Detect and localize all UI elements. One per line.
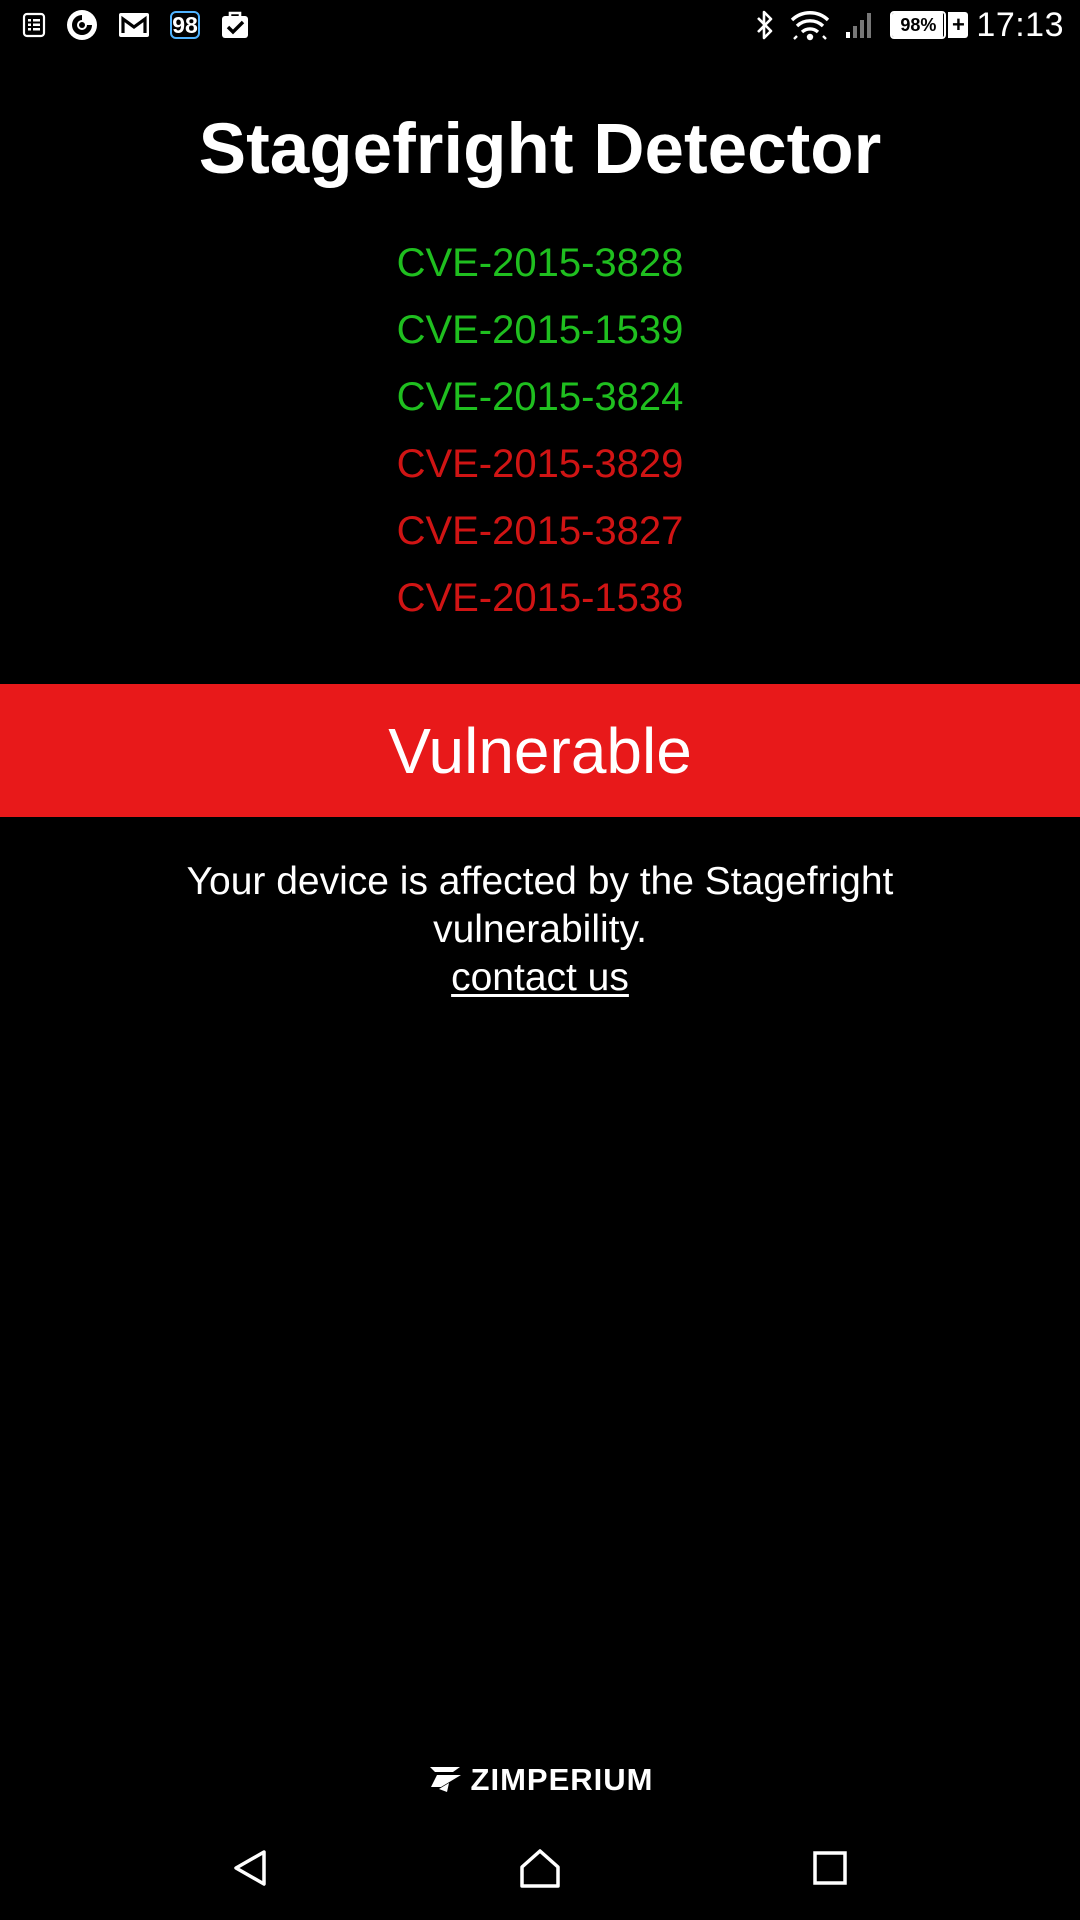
home-icon: [518, 1847, 562, 1894]
badge-notification-icon: 98: [170, 11, 200, 39]
cve-item: CVE-2015-1539: [396, 308, 684, 352]
back-button[interactable]: [190, 1820, 310, 1920]
status-system: 98% + 17:13: [754, 0, 1064, 50]
battery-indicator: 98% +: [890, 11, 969, 39]
task-check-icon: [220, 10, 250, 40]
cve-item: CVE-2015-1538: [396, 576, 684, 620]
brand-footer: ZIMPERIUM: [0, 1762, 1080, 1798]
recents-icon: [812, 1850, 848, 1891]
back-icon: [230, 1848, 270, 1893]
bluetooth-icon: [754, 9, 776, 41]
screen: 98 98% + 17:13 Stagefright Detector CVE-…: [0, 0, 1080, 1920]
navigation-bar: [0, 1820, 1080, 1920]
gmail-icon: [118, 12, 150, 38]
status-notifications: 98: [22, 0, 270, 50]
result-banner: Vulnerable: [0, 684, 1080, 817]
wifi-icon: [790, 9, 830, 41]
brand-name: ZIMPERIUM: [470, 1762, 654, 1797]
cve-list: CVE-2015-3828 CVE-2015-1539 CVE-2015-3824 C…: [0, 236, 1080, 638]
cve-item: CVE-2015-3828: [396, 241, 684, 285]
contact-us-link[interactable]: contact us: [451, 954, 629, 1002]
charging-plus-icon: +: [948, 12, 969, 38]
recents-button[interactable]: [770, 1820, 890, 1920]
result-label: Vulnerable: [388, 714, 692, 787]
zimperium-logo-icon: [427, 1763, 465, 1798]
status-clock: 17:13: [976, 5, 1064, 44]
battery-percent: 98%: [900, 14, 937, 35]
cellular-signal-icon: [844, 10, 876, 40]
battery-icon: 98%: [890, 11, 947, 39]
circular-app-icon: [66, 9, 98, 41]
status-bar: 98 98% + 17:13: [0, 0, 1080, 50]
badge-count: 98: [170, 11, 200, 39]
cve-item: CVE-2015-3829: [396, 442, 684, 486]
cve-item: CVE-2015-3824: [396, 375, 684, 419]
app-title: Stagefright Detector: [198, 110, 882, 189]
result-message-block: Your device is affected by the Stagefrig…: [140, 858, 940, 1002]
result-message: Your device is affected by the Stagefrig…: [186, 860, 894, 951]
sheets-notification-icon: [22, 12, 46, 38]
cve-item: CVE-2015-3827: [396, 509, 684, 553]
home-button[interactable]: [480, 1820, 600, 1920]
